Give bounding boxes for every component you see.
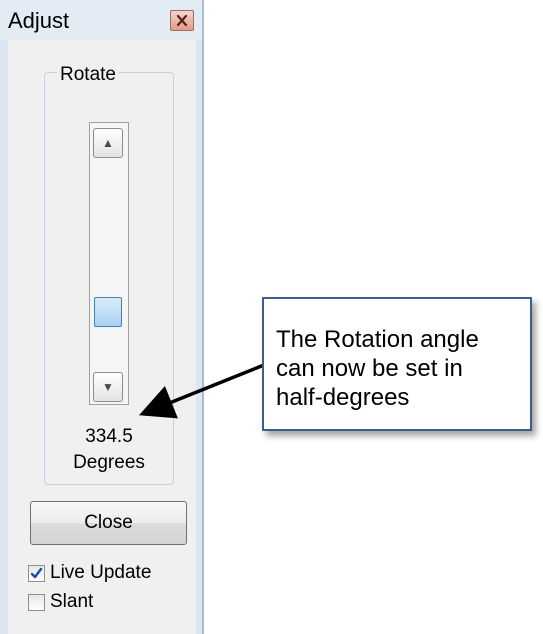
annotation-callout: The Rotation angle can now be set in hal… <box>262 297 532 431</box>
callout-line-3: half-degrees <box>276 384 410 411</box>
callout-line-2: can now be set in <box>276 355 463 382</box>
callout-line-1: The Rotation angle <box>276 326 479 353</box>
